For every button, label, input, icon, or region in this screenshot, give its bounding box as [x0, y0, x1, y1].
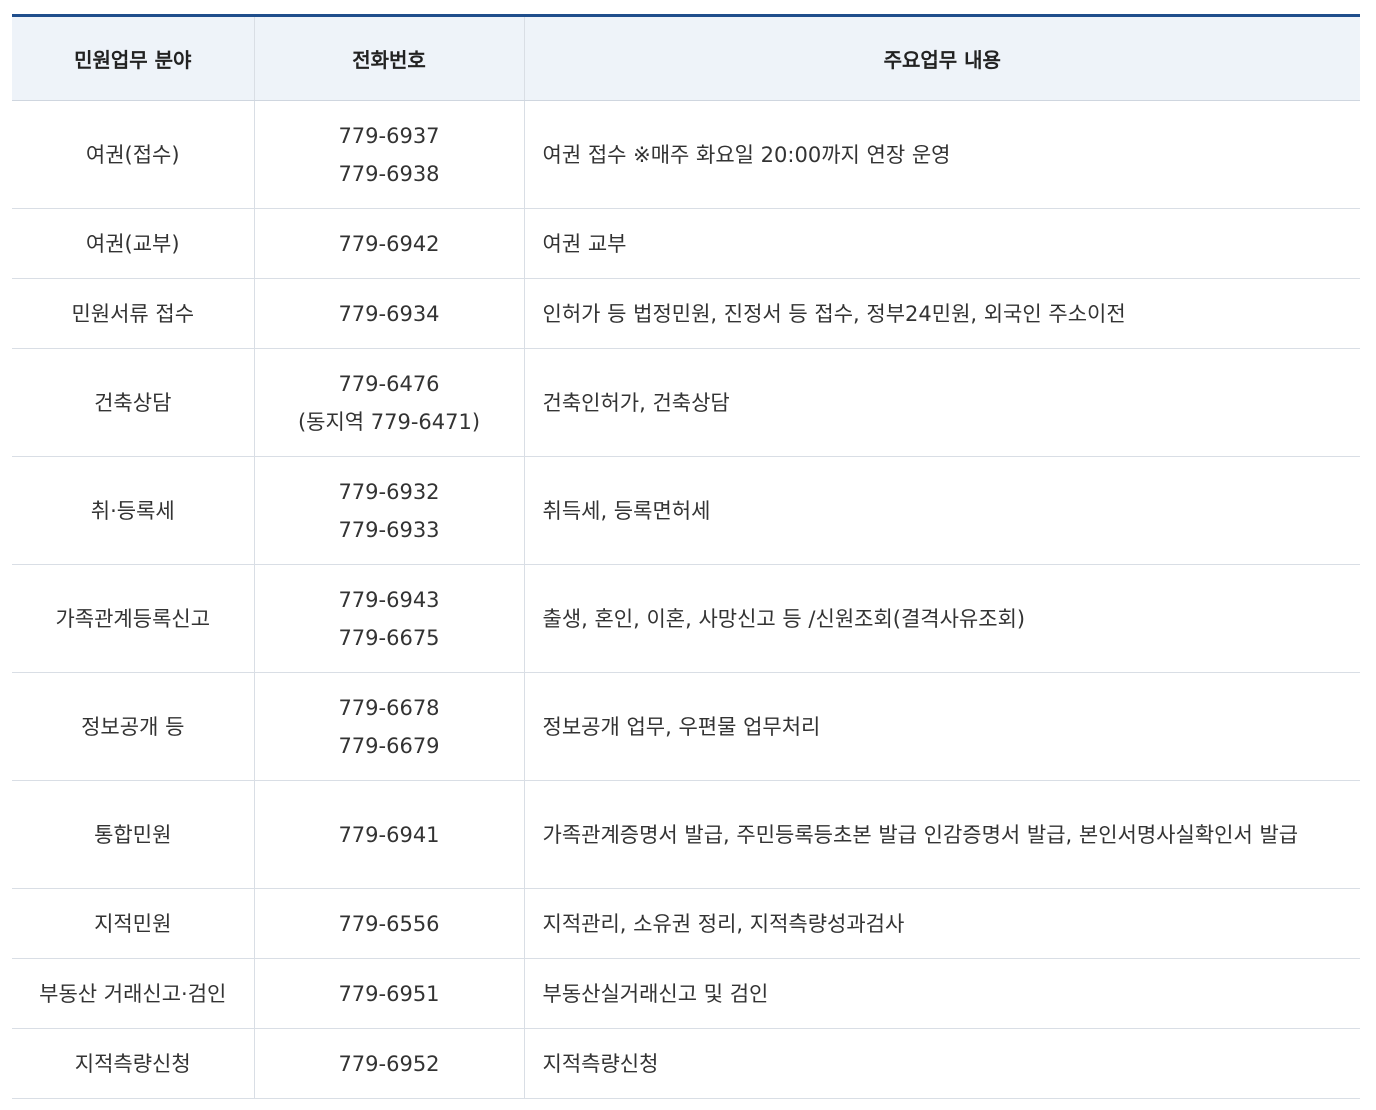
cell-field: 정보공개 등 [12, 672, 254, 781]
header-row: 민원업무 분야 전화번호 주요업무 내용 [12, 15, 1360, 101]
phone-number: 779-6943 [338, 587, 440, 612]
table-row: 취·등록세 779-6932 779-6933 취득세, 등록면허세 [12, 456, 1360, 565]
cell-phone: 779-6941 [253, 780, 524, 889]
phone-number: 779-6934 [338, 301, 440, 326]
cell-field: 건축상담 [12, 348, 254, 457]
cell-phone: 779-6951 [253, 958, 524, 1029]
cell-phone: 779-6934 [253, 278, 524, 349]
cell-phone: 779-6556 [253, 888, 524, 959]
table-row: 여권(접수) 779-6937 779-6938 여권 접수 ※매주 화요일 20:0… [12, 100, 1360, 209]
table-row: 건축상담 779-6476 (동지역 779-6471) 건축인허가, 건축상담 [12, 348, 1360, 457]
phone-number: 779-6556 [338, 911, 440, 936]
cell-field: 민원서류 접수 [12, 278, 254, 349]
table-row: 여권(교부) 779-6942 여권 교부 [12, 208, 1360, 279]
cell-description: 지적측량신청 [523, 1028, 1360, 1099]
cell-description: 취득세, 등록면허세 [523, 456, 1360, 565]
table-body: 여권(접수) 779-6937 779-6938 여권 접수 ※매주 화요일 20:0… [12, 100, 1360, 1099]
cell-field: 취·등록세 [12, 456, 254, 565]
table-row: 부동산 거래신고·검인 779-6951 부동산실거래신고 및 검인 [12, 958, 1360, 1029]
table-row: 지적민원 779-6556 지적관리, 소유권 정리, 지적측량성과검사 [12, 888, 1360, 959]
phone-number: 779-6932 [338, 479, 440, 504]
cell-field: 지적민원 [12, 888, 254, 959]
phone-number: 779-6951 [338, 981, 440, 1006]
cell-description: 인허가 등 법정민원, 진정서 등 접수, 정부24민원, 외국인 주소이전 [523, 278, 1360, 349]
cell-description: 출생, 혼인, 이혼, 사망신고 등 /신원조회(결격사유조회) [523, 564, 1360, 673]
phone-number: 779-6679 [338, 733, 440, 758]
cell-field: 부동산 거래신고·검인 [12, 958, 254, 1029]
cell-phone: 779-6476 (동지역 779-6471) [253, 348, 524, 457]
cell-description: 지적관리, 소유권 정리, 지적측량성과검사 [523, 888, 1360, 959]
header-field: 민원업무 분야 [12, 15, 254, 101]
civil-service-table-wrapper: 민원업무 분야 전화번호 주요업무 내용 여권(접수) 779-6937 779-6… [12, 14, 1360, 1099]
cell-description: 건축인허가, 건축상담 [523, 348, 1360, 457]
cell-field: 가족관계등록신고 [12, 564, 254, 673]
table-row: 민원서류 접수 779-6934 인허가 등 법정민원, 진정서 등 접수, 정부2… [12, 278, 1360, 349]
cell-field: 여권(접수) [12, 100, 254, 209]
phone-number: 779-6941 [338, 822, 440, 847]
header-phone: 전화번호 [253, 15, 524, 101]
cell-field: 여권(교부) [12, 208, 254, 279]
cell-description: 부동산실거래신고 및 검인 [523, 958, 1360, 1029]
table-row: 가족관계등록신고 779-6943 779-6675 출생, 혼인, 이혼, 사망신고… [12, 564, 1360, 673]
civil-service-table: 민원업무 분야 전화번호 주요업무 내용 여권(접수) 779-6937 779-6… [12, 14, 1360, 1099]
cell-field: 지적측량신청 [12, 1028, 254, 1099]
phone-number: 779-6938 [338, 161, 440, 186]
cell-phone: 779-6952 [253, 1028, 524, 1099]
cell-description: 여권 교부 [523, 208, 1360, 279]
cell-phone: 779-6678 779-6679 [253, 672, 524, 781]
cell-phone: 779-6937 779-6938 [253, 100, 524, 209]
phone-number: 779-6675 [338, 625, 440, 650]
header-description: 주요업무 내용 [523, 15, 1360, 101]
phone-number: 779-6952 [338, 1051, 440, 1076]
table-row: 통합민원 779-6941 가족관계증명서 발급, 주민등록등초본 발급 인감증명서… [12, 780, 1360, 889]
phone-number: 779-6937 [338, 123, 440, 148]
cell-description: 정보공개 업무, 우편물 업무처리 [523, 672, 1360, 781]
phone-number: (동지역 779-6471) [297, 409, 481, 434]
cell-field: 통합민원 [12, 780, 254, 889]
phone-number: 779-6678 [338, 695, 440, 720]
cell-description: 가족관계증명서 발급, 주민등록등초본 발급 인감증명서 발급, 본인서명사실확… [523, 780, 1360, 889]
cell-description: 여권 접수 ※매주 화요일 20:00까지 연장 운영 [523, 100, 1360, 209]
table-row: 지적측량신청 779-6952 지적측량신청 [12, 1028, 1360, 1099]
cell-phone: 779-6942 [253, 208, 524, 279]
phone-number: 779-6476 [338, 371, 440, 396]
phone-number: 779-6942 [338, 231, 440, 256]
table-row: 정보공개 등 779-6678 779-6679 정보공개 업무, 우편물 업무처리 [12, 672, 1360, 781]
phone-number: 779-6933 [338, 517, 440, 542]
table-header: 민원업무 분야 전화번호 주요업무 내용 [12, 15, 1360, 101]
cell-phone: 779-6943 779-6675 [253, 564, 524, 673]
cell-phone: 779-6932 779-6933 [253, 456, 524, 565]
